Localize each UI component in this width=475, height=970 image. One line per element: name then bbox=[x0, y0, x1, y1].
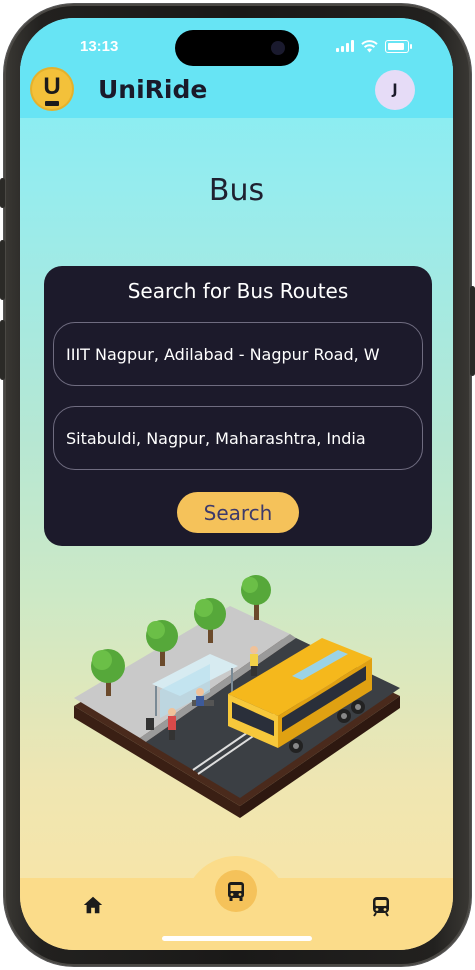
side-button bbox=[0, 240, 5, 300]
app-logo[interactable]: U bbox=[32, 69, 72, 109]
home-icon bbox=[83, 896, 103, 914]
status-time: 13:13 bbox=[80, 38, 119, 55]
train-icon bbox=[373, 897, 389, 917]
logo-letter: U bbox=[43, 73, 61, 100]
from-location-value: IIIT Nagpur, Adilabad - Nagpur Road, W bbox=[66, 344, 380, 364]
bus-icon bbox=[228, 882, 244, 901]
to-location-input[interactable]: Sitabuldi, Nagpur, Maharashtra, India bbox=[53, 406, 423, 470]
status-icons bbox=[336, 38, 412, 54]
wifi-icon bbox=[361, 39, 378, 52]
search-card-heading: Search for Bus Routes bbox=[127, 279, 349, 303]
search-button[interactable]: Search bbox=[177, 492, 299, 533]
nav-item-train[interactable] bbox=[369, 894, 393, 922]
home-indicator bbox=[162, 936, 312, 941]
battery-icon bbox=[385, 39, 412, 53]
avatar-initial: J bbox=[392, 82, 398, 98]
avatar[interactable]: J bbox=[375, 70, 415, 110]
search-button-label: Search bbox=[203, 500, 273, 525]
signal-icon bbox=[336, 40, 354, 52]
page-title: Bus bbox=[208, 173, 265, 208]
app-title: UniRide bbox=[98, 75, 208, 104]
screen: 13:13 U UniRide J Bus Search for Bus Rou… bbox=[20, 18, 453, 950]
app-header: U UniRide J bbox=[20, 66, 453, 118]
side-button bbox=[470, 286, 475, 376]
search-card: Search for Bus Routes IIIT Nagpur, Adila… bbox=[44, 266, 432, 546]
bus-stop-illustration bbox=[74, 575, 400, 818]
dynamic-island bbox=[175, 30, 299, 66]
to-location-value: Sitabuldi, Nagpur, Maharashtra, India bbox=[66, 428, 366, 448]
nav-item-bus[interactable] bbox=[215, 870, 257, 912]
nav-item-home[interactable] bbox=[82, 894, 104, 920]
side-button bbox=[0, 320, 5, 380]
from-location-input[interactable]: IIIT Nagpur, Adilabad - Nagpur Road, W bbox=[53, 322, 423, 386]
side-button bbox=[0, 178, 5, 208]
